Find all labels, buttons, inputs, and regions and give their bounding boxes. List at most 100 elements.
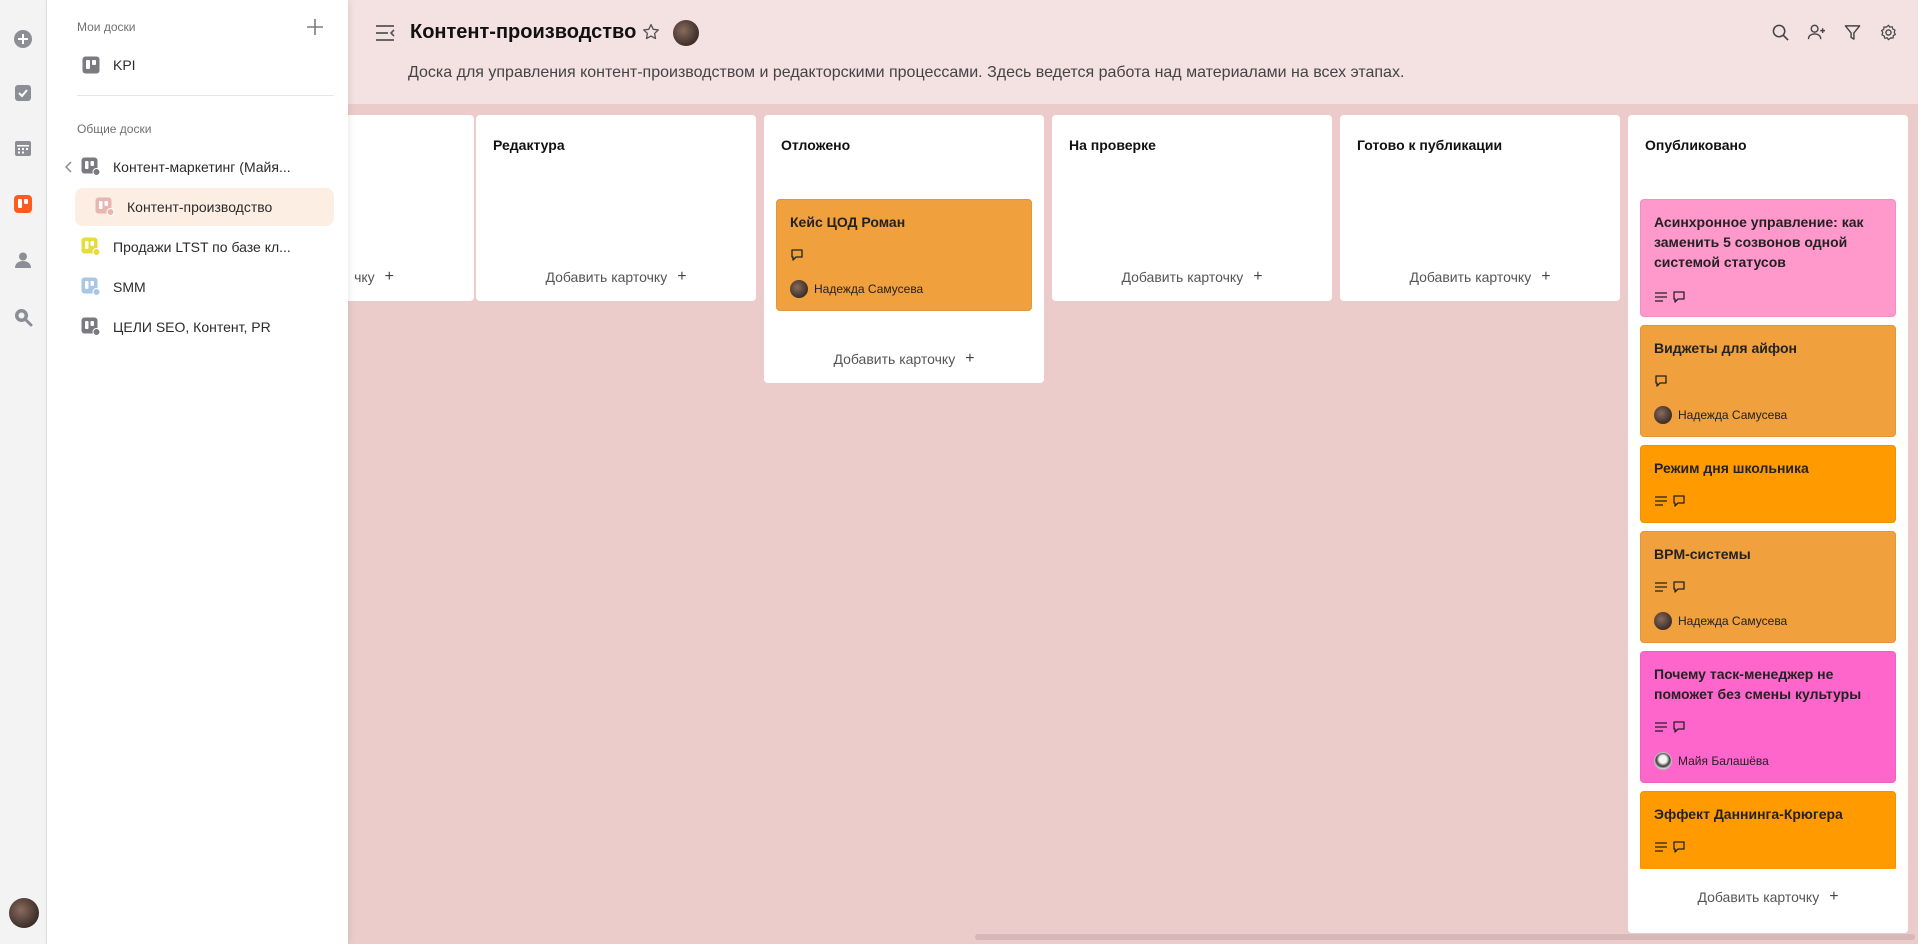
board-icon xyxy=(81,55,101,75)
add-card-button[interactable]: Добавить карточку + xyxy=(1052,265,1332,289)
card-assignee: Надежда Самусева xyxy=(1654,612,1787,630)
plus-icon: + xyxy=(1541,268,1551,285)
assignee-name: Надежда Самусева xyxy=(814,282,924,296)
user-avatar[interactable] xyxy=(9,898,39,928)
sidebar-item-label: ЦЕЛИ SEO, Контент, PR xyxy=(113,319,271,335)
add-card-label: Добавить карточку xyxy=(1409,269,1532,285)
card[interactable]: Почему таск-менеджер не поможет без смен… xyxy=(1640,651,1896,783)
card-meta-icons xyxy=(1654,840,1686,854)
plus-icon: + xyxy=(677,268,687,285)
sidebar-item-content-marketing[interactable]: Контент-маркетинг (Майя... xyxy=(47,148,334,186)
board-icon xyxy=(81,317,101,337)
horizontal-scrollbar[interactable] xyxy=(975,934,1915,940)
column-title: Опубликовано xyxy=(1645,137,1747,153)
boards-icon[interactable] xyxy=(11,192,35,216)
column-title: Редактура xyxy=(493,137,565,153)
add-card-button[interactable]: Добавить карточку + xyxy=(476,265,756,289)
members-icon[interactable] xyxy=(1806,22,1826,42)
column-title: На проверке xyxy=(1069,137,1156,153)
card-meta-icons xyxy=(1654,580,1686,594)
column-title: Готово к публикации xyxy=(1357,137,1503,153)
description-icon xyxy=(1655,496,1667,506)
search-icon[interactable] xyxy=(11,305,35,329)
comment-icon xyxy=(791,249,803,261)
settings-gear-icon[interactable] xyxy=(1878,22,1898,42)
card[interactable]: BPM-системы Надежда Самусева xyxy=(1640,531,1896,643)
header-toolbar xyxy=(1770,22,1898,42)
card-meta-icons xyxy=(790,248,804,262)
card-meta-icons xyxy=(1654,290,1686,304)
assignee-name: Майя Балашёва xyxy=(1678,754,1769,768)
board-icon xyxy=(95,197,115,217)
column-title: Отложено xyxy=(781,137,851,153)
plus-icon: + xyxy=(1829,888,1839,905)
card-meta-icons xyxy=(1654,720,1686,734)
column-ready: Готово к публикации Добавить карточку + xyxy=(1340,115,1620,301)
tasks-icon[interactable] xyxy=(11,81,35,105)
my-boards-heading: Мои доски xyxy=(77,20,136,34)
card-meta-icons xyxy=(1654,374,1668,388)
card-assignee: Надежда Самусева xyxy=(1654,406,1787,424)
comment-icon xyxy=(1673,495,1685,507)
add-card-label: Добавить карточку xyxy=(1697,889,1820,905)
column-published: Опубликовано Асинхронное управление: как… xyxy=(1628,115,1908,933)
card[interactable]: Эффект Даннинга-Крюгера xyxy=(1640,791,1896,871)
column-postponed: Отложено Кейс ЦОД Роман Надежда Самусева… xyxy=(764,115,1044,383)
board-header: Контент-производство Доска для управлени… xyxy=(348,0,1918,104)
card[interactable]: Асинхронное управление: как заменить 5 с… xyxy=(1640,199,1896,317)
card-title: Режим дня школьника xyxy=(1654,460,1809,476)
search-icon[interactable] xyxy=(1770,22,1790,42)
create-icon[interactable] xyxy=(11,27,35,51)
card[interactable]: Режим дня школьника xyxy=(1640,445,1896,523)
add-board-button[interactable] xyxy=(304,16,326,38)
card-title: Кейс ЦОД Роман xyxy=(790,214,906,230)
card-title: Асинхронное управление: как заменить 5 с… xyxy=(1654,214,1864,270)
boards-sidebar: Мои доски KPI Общие доски Контент-маркет… xyxy=(47,0,348,944)
assignee-avatar xyxy=(1654,612,1672,630)
add-card-button[interactable]: Добавить карточку + xyxy=(1628,885,1908,909)
add-card-label: Добавить карточку xyxy=(545,269,668,285)
sidebar-item-content-production[interactable]: Контент-производство xyxy=(75,188,334,226)
card-assignee: Майя Балашёва xyxy=(1654,752,1769,770)
board-icon xyxy=(81,237,101,257)
board-owner-avatar[interactable] xyxy=(673,20,699,46)
users-icon[interactable] xyxy=(11,248,35,272)
card-title: Виджеты для айфон xyxy=(1654,340,1797,356)
assignee-name: Надежда Самусева xyxy=(1678,408,1788,422)
plus-icon: + xyxy=(384,268,394,285)
add-card-button[interactable]: Добавить карточку + xyxy=(764,347,1044,371)
sidebar-item-label: Контент-маркетинг (Майя... xyxy=(113,159,291,175)
comment-icon xyxy=(1673,291,1685,303)
card-title: BPM-системы xyxy=(1654,546,1751,562)
star-icon[interactable] xyxy=(642,23,662,43)
sidebar-item-label: Контент-производство xyxy=(127,199,273,215)
description-icon xyxy=(1655,582,1667,592)
sidebar-item-goals-seo[interactable]: ЦЕЛИ SEO, Контент, PR xyxy=(47,308,334,346)
plus-icon: + xyxy=(1253,268,1263,285)
sidebar-divider xyxy=(77,95,334,96)
comment-icon xyxy=(1655,375,1667,387)
add-card-label: чку xyxy=(354,269,375,285)
calendar-icon[interactable] xyxy=(11,136,35,160)
card-title: Почему таск-менеджер не поможет без смен… xyxy=(1654,666,1862,702)
filter-icon[interactable] xyxy=(1842,22,1862,42)
sidebar-item-smm[interactable]: SMM xyxy=(47,268,334,306)
card[interactable]: Кейс ЦОД Роман Надежда Самусева xyxy=(776,199,1032,311)
menu-toggle-icon[interactable] xyxy=(374,22,396,44)
column-editing: Редактура Добавить карточку + xyxy=(476,115,756,301)
assignee-avatar xyxy=(1654,406,1672,424)
card-assignee: Надежда Самусева xyxy=(790,280,923,298)
description-icon xyxy=(1655,842,1667,852)
sidebar-item-sales-ltst[interactable]: Продажи LTST по базе кл... xyxy=(47,228,334,266)
column-review: На проверке Добавить карточку + xyxy=(1052,115,1332,301)
sidebar-item-kpi[interactable]: KPI xyxy=(47,46,334,84)
sidebar-item-label: KPI xyxy=(113,57,136,73)
board-icon xyxy=(81,277,101,297)
board-icon xyxy=(81,157,101,177)
shared-boards-heading: Общие доски xyxy=(77,122,152,136)
card[interactable]: Виджеты для айфон Надежда Самусева xyxy=(1640,325,1896,437)
sidebar-item-label: SMM xyxy=(113,279,146,295)
add-card-button[interactable]: Добавить карточку + xyxy=(1340,265,1620,289)
app-rail xyxy=(0,0,47,944)
add-card-label: Добавить карточку xyxy=(833,351,956,367)
